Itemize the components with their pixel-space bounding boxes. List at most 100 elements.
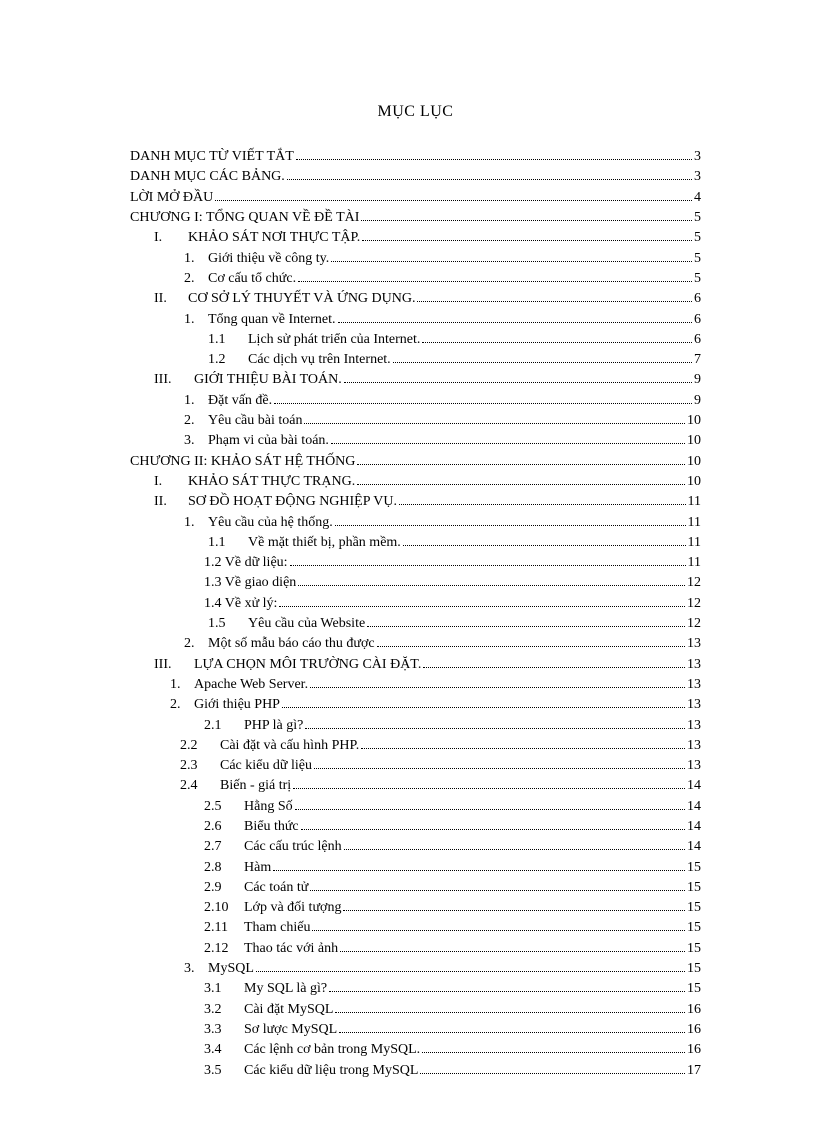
toc-entry-page: 11 [688, 513, 701, 533]
toc-entry-text: Sơ lược MySQL [244, 1020, 337, 1040]
leader-dots [362, 240, 692, 241]
toc-entry-number: 1.2 [208, 350, 248, 370]
toc-entry-label: I.KHẢO SÁT THỰC TRẠNG. [154, 472, 355, 492]
toc-entry-label: 2.Giới thiệu PHP [170, 695, 280, 715]
toc-entry: DANH MỤC CÁC BẢNG.3 [130, 167, 701, 187]
toc-entry-number: 3. [184, 431, 208, 451]
toc-entry-text: Lịch sử phát triển của Internet. [248, 330, 420, 350]
toc-entry: 1.4 Về xử lý:12 [130, 594, 701, 614]
toc-entry: CHƯƠNG I: TỔNG QUAN VỀ ĐỀ TÀI5 [130, 208, 701, 228]
toc-entry-number: II. [154, 289, 188, 309]
toc-entry-page: 9 [694, 370, 701, 390]
toc-entry-label: 1.Tổng quan về Internet. [184, 310, 336, 330]
toc-entry-label: 2.12Thao tác với ảnh [204, 939, 338, 959]
toc-entry-page: 10 [687, 431, 701, 451]
toc-entry-page: 12 [687, 594, 701, 614]
toc-entry-text: Phạm vi của bài toán. [208, 431, 329, 451]
toc-entry-text: PHP là gì? [244, 716, 303, 736]
toc-entry-label: 2.9Các toán tử [204, 878, 308, 898]
leader-dots [290, 565, 686, 566]
toc-entry-page: 12 [687, 573, 701, 593]
toc-entry-label: 1.Đặt vấn đề. [184, 391, 272, 411]
table-of-contents: DANH MỤC TỪ VIẾT TẮT 3DANH MỤC CÁC BẢNG.3… [130, 147, 701, 1081]
toc-entry-number: 1. [170, 675, 194, 695]
toc-entry-label: 2.Một số mẫu báo cáo thu được [184, 634, 375, 654]
leader-dots [293, 788, 685, 789]
toc-entry-page: 11 [688, 533, 701, 553]
toc-entry: 1.Đặt vấn đề.9 [130, 391, 701, 411]
toc-entry: 2.Một số mẫu báo cáo thu được13 [130, 634, 701, 654]
toc-entry: II.SƠ ĐỒ HOẠT ĐỘNG NGHIỆP VỤ.11 [130, 492, 701, 512]
toc-entry-page: 15 [687, 918, 701, 938]
toc-entry-label: 1.1Về mặt thiết bị, phần mềm. [208, 533, 401, 553]
toc-entry-number: 3.1 [204, 979, 244, 999]
toc-entry-label: 1.Yêu cầu của hệ thống. [184, 513, 333, 533]
toc-entry-label: 1.3 Về giao diện [204, 573, 296, 593]
toc-entry-page: 14 [687, 776, 701, 796]
toc-entry-page: 5 [694, 228, 701, 248]
leader-dots [305, 728, 685, 729]
toc-entry-page: 11 [688, 553, 701, 573]
toc-entry-label: 3.4Các lệnh cơ bản trong MySQL. [204, 1040, 420, 1060]
toc-entry-number: I. [154, 228, 188, 248]
toc-entry-page: 15 [687, 959, 701, 979]
toc-entry-page: 13 [687, 716, 701, 736]
leader-dots [393, 362, 692, 363]
toc-entry-page: 6 [694, 289, 701, 309]
toc-entry-text: Các toán tử [244, 878, 308, 898]
toc-entry: III.GIỚI THIỆU BÀI TOÁN. 9 [130, 370, 701, 390]
toc-entry-page: 7 [694, 350, 701, 370]
toc-entry: 1.Apache Web Server.13 [130, 675, 701, 695]
toc-entry: 2.5Hằng Số14 [130, 797, 701, 817]
toc-entry: 2.11Tham chiếu15 [130, 918, 701, 938]
toc-entry-label: 2.1PHP là gì? [204, 716, 303, 736]
toc-entry-text: My SQL là gì? [244, 979, 327, 999]
leader-dots [344, 382, 692, 383]
toc-entry: 3.Phạm vi của bài toán. 10 [130, 431, 701, 451]
toc-entry: 2.6Biểu thức14 [130, 817, 701, 837]
toc-entry-number: 2. [184, 411, 208, 431]
toc-entry-label: 3.MySQL [184, 959, 254, 979]
leader-dots [417, 301, 692, 302]
toc-entry: CHƯƠNG II: KHẢO SÁT HỆ THỐNG10 [130, 452, 701, 472]
toc-entry-text: Các lệnh cơ bản trong MySQL. [244, 1040, 420, 1060]
toc-entry-page: 6 [694, 310, 701, 330]
toc-entry-page: 6 [694, 330, 701, 350]
leader-dots [403, 545, 686, 546]
leader-dots [273, 870, 685, 871]
toc-entry-number: 3.5 [204, 1061, 244, 1081]
toc-entry-page: 4 [694, 188, 701, 208]
toc-entry-label: II.CƠ SỞ LÝ THUYẾT VÀ ỨNG DỤNG. [154, 289, 415, 309]
toc-entry: 1.Tổng quan về Internet. 6 [130, 310, 701, 330]
leader-dots [274, 403, 692, 404]
toc-entry-number: 3.3 [204, 1020, 244, 1040]
toc-entry-page: 14 [687, 797, 701, 817]
toc-entry: DANH MỤC TỪ VIẾT TẮT 3 [130, 147, 701, 167]
leader-dots [399, 504, 686, 505]
toc-entry-label: I.KHẢO SÁT NƠI THỰC TẬP. [154, 228, 360, 248]
toc-entry-page: 3 [694, 147, 701, 167]
toc-entry: 2.2Cài đặt và cấu hình PHP.13 [130, 736, 701, 756]
toc-entry-page: 10 [687, 452, 701, 472]
toc-entry-text: Lớp và đối tượng [244, 898, 341, 918]
leader-dots [296, 159, 692, 160]
toc-entry-page: 13 [687, 695, 701, 715]
toc-entry-label: 2.6Biểu thức [204, 817, 299, 837]
toc-entry-label: DANH MỤC TỪ VIẾT TẮT [130, 147, 294, 167]
leader-dots [339, 1032, 685, 1033]
toc-entry-page: 16 [687, 1040, 701, 1060]
toc-entry: 2.Cơ cấu tổ chức.5 [130, 269, 701, 289]
toc-entry-label: 1.2 Về dữ liệu: [204, 553, 288, 573]
toc-entry-label: III.GIỚI THIỆU BÀI TOÁN. [154, 370, 342, 390]
toc-entry-text: SƠ ĐỒ HOẠT ĐỘNG NGHIỆP VỤ. [188, 492, 397, 512]
toc-entry: 3.2Cài đặt MySQL16 [130, 1000, 701, 1020]
toc-entry-text: GIỚI THIỆU BÀI TOÁN. [194, 370, 342, 390]
toc-entry: LỜI MỞ ĐẦU 4 [130, 188, 701, 208]
toc-entry-label: III.LỰA CHỌN MÔI TRƯỜNG CÀI ĐẶT. [154, 655, 421, 675]
leader-dots [298, 281, 692, 282]
toc-entry-label: LỜI MỞ ĐẦU [130, 188, 213, 208]
leader-dots [422, 342, 692, 343]
toc-entry-label: 3.5Các kiểu dữ liệu trong MySQL [204, 1061, 418, 1081]
toc-entry-number: 2.6 [204, 817, 244, 837]
toc-entry-text: Apache Web Server. [194, 675, 308, 695]
